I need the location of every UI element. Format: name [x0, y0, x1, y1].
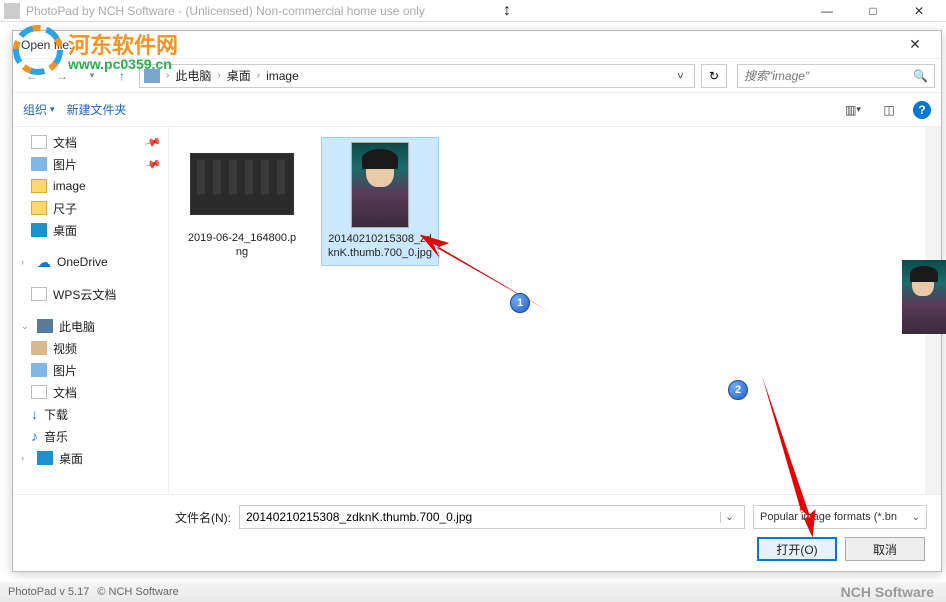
- sidebar-item-thispc[interactable]: ⌄ 此电脑: [13, 315, 168, 337]
- sidebar-item-label: 桌面: [59, 450, 83, 467]
- sidebar-item-label: 桌面: [53, 222, 77, 239]
- preview-pane-button[interactable]: ◫: [877, 98, 901, 122]
- file-thumbnail: [351, 142, 409, 228]
- organize-button[interactable]: 组织 ▾: [23, 101, 55, 118]
- music-icon: ♪: [31, 428, 38, 444]
- copyright-label: © NCH Software: [97, 586, 178, 598]
- sidebar-item-label: 文档: [53, 134, 77, 151]
- sidebar-item-label: OneDrive: [57, 255, 108, 269]
- chevron-down-icon: ⌄: [912, 512, 920, 523]
- file-name: 2019-06-24_164800.png: [187, 231, 297, 260]
- watermark-logo-icon: [10, 22, 66, 78]
- doc-icon: [31, 385, 47, 399]
- sidebar-item-videos[interactable]: 视频: [13, 337, 168, 359]
- app-icon: [4, 3, 20, 19]
- close-button[interactable]: ✕: [896, 0, 942, 22]
- pin-icon: 📌: [144, 133, 162, 151]
- maximize-button[interactable]: □: [850, 0, 896, 22]
- crumb-dropdown-icon[interactable]: ˅: [671, 69, 690, 83]
- breadcrumb[interactable]: › 此电脑 › 桌面 › image ˅: [139, 64, 695, 88]
- file-thumbnail: [190, 153, 294, 215]
- annotation-arrow-1: [409, 234, 556, 329]
- app-title: PhotoPad by NCH Software - (Unlicensed) …: [26, 4, 804, 18]
- expand-icon[interactable]: ›: [21, 453, 31, 463]
- sidebar-item-label: 下载: [44, 406, 68, 423]
- sidebar: 文档 📌 图片 📌 image 尺子 桌面 › ☁ OneDrive WPS云文档 ⌄ 此…: [13, 127, 169, 494]
- folder-icon: [31, 179, 47, 193]
- onedrive-icon: ☁: [37, 254, 51, 271]
- pics-icon: [31, 157, 47, 171]
- filename-label: 文件名(N):: [175, 509, 231, 526]
- annotation-number-2: 2: [728, 380, 748, 400]
- sidebar-item-desktop2[interactable]: › 桌面: [13, 447, 168, 469]
- version-label: PhotoPad v 5.17: [8, 586, 89, 598]
- app-titlebar: PhotoPad by NCH Software - (Unlicensed) …: [0, 0, 946, 22]
- crumb-folder[interactable]: image: [262, 69, 303, 83]
- file-item[interactable]: 2019-06-24_164800.png: [183, 137, 301, 264]
- watermark-overlay: 河东软件网 www.pc0359.cn: [10, 22, 178, 78]
- filename-input[interactable]: ⌄: [239, 505, 745, 529]
- sidebar-item-label: 视频: [53, 340, 77, 357]
- sidebar-item-label: WPS云文档: [53, 286, 116, 303]
- search-input[interactable]: 🔍: [737, 64, 935, 88]
- collapse-icon[interactable]: ⌄: [21, 321, 31, 332]
- cancel-button[interactable]: 取消: [845, 537, 925, 561]
- sidebar-item-wps[interactable]: WPS云文档: [13, 283, 168, 305]
- video-icon: [31, 341, 47, 355]
- sidebar-item-downloads[interactable]: ↓ 下载: [13, 403, 168, 425]
- status-bar: PhotoPad v 5.17 © NCH Software NCH Softw…: [0, 582, 946, 602]
- desktop-icon: [37, 451, 53, 465]
- crumb-desktop[interactable]: 桌面: [223, 67, 255, 84]
- dialog-close-button[interactable]: ✕: [897, 32, 933, 58]
- open-button[interactable]: 打开(O): [757, 537, 837, 561]
- sidebar-item-label: 文档: [53, 384, 77, 401]
- download-icon: ↓: [31, 406, 38, 422]
- annotation-number-1: 1: [510, 293, 530, 313]
- sidebar-item-label: 此电脑: [59, 318, 95, 335]
- help-button[interactable]: ?: [913, 101, 931, 119]
- sidebar-item-label: 尺子: [53, 200, 77, 217]
- command-bar: 组织 ▾ 新建文件夹 ▥ ▾ ◫ ?: [13, 93, 941, 127]
- sidebar-item-onedrive[interactable]: › ☁ OneDrive: [13, 251, 168, 273]
- resize-cursor-icon: ↕: [503, 2, 511, 20]
- brand-label: NCH Software: [841, 584, 934, 600]
- doc-icon: [31, 287, 47, 301]
- desktop-icon: [31, 223, 47, 237]
- sidebar-item-label: 音乐: [44, 428, 68, 445]
- minimize-button[interactable]: —: [804, 0, 850, 22]
- sidebar-item-documents[interactable]: 文档 📌: [13, 131, 168, 153]
- pc-icon: [37, 319, 53, 333]
- sidebar-item-pictures[interactable]: 图片 📌: [13, 153, 168, 175]
- refresh-button[interactable]: ↻: [701, 64, 727, 88]
- search-field[interactable]: [744, 69, 913, 83]
- sidebar-item-desktop[interactable]: 桌面: [13, 219, 168, 241]
- watermark-text2: www.pc0359.cn: [68, 56, 178, 72]
- pin-icon: 📌: [144, 155, 162, 173]
- sidebar-item-label: 图片: [53, 156, 77, 173]
- sidebar-item-pictures2[interactable]: 图片: [13, 359, 168, 381]
- right-preview-thumbnail: [902, 260, 946, 334]
- doc-icon: [31, 135, 47, 149]
- folder-icon: [31, 201, 47, 215]
- filename-field[interactable]: [246, 510, 720, 524]
- sidebar-item-label: 图片: [53, 362, 77, 379]
- sidebar-item-label: image: [53, 179, 86, 193]
- sidebar-item-documents2[interactable]: 文档: [13, 381, 168, 403]
- sidebar-item-image[interactable]: image: [13, 175, 168, 197]
- search-icon: 🔍: [913, 69, 928, 83]
- expand-icon[interactable]: ›: [21, 257, 31, 267]
- sidebar-item-ruler[interactable]: 尺子: [13, 197, 168, 219]
- new-folder-button[interactable]: 新建文件夹: [67, 101, 127, 118]
- view-mode-button[interactable]: ▥ ▾: [841, 98, 865, 122]
- sidebar-item-music[interactable]: ♪ 音乐: [13, 425, 168, 447]
- pics-icon: [31, 363, 47, 377]
